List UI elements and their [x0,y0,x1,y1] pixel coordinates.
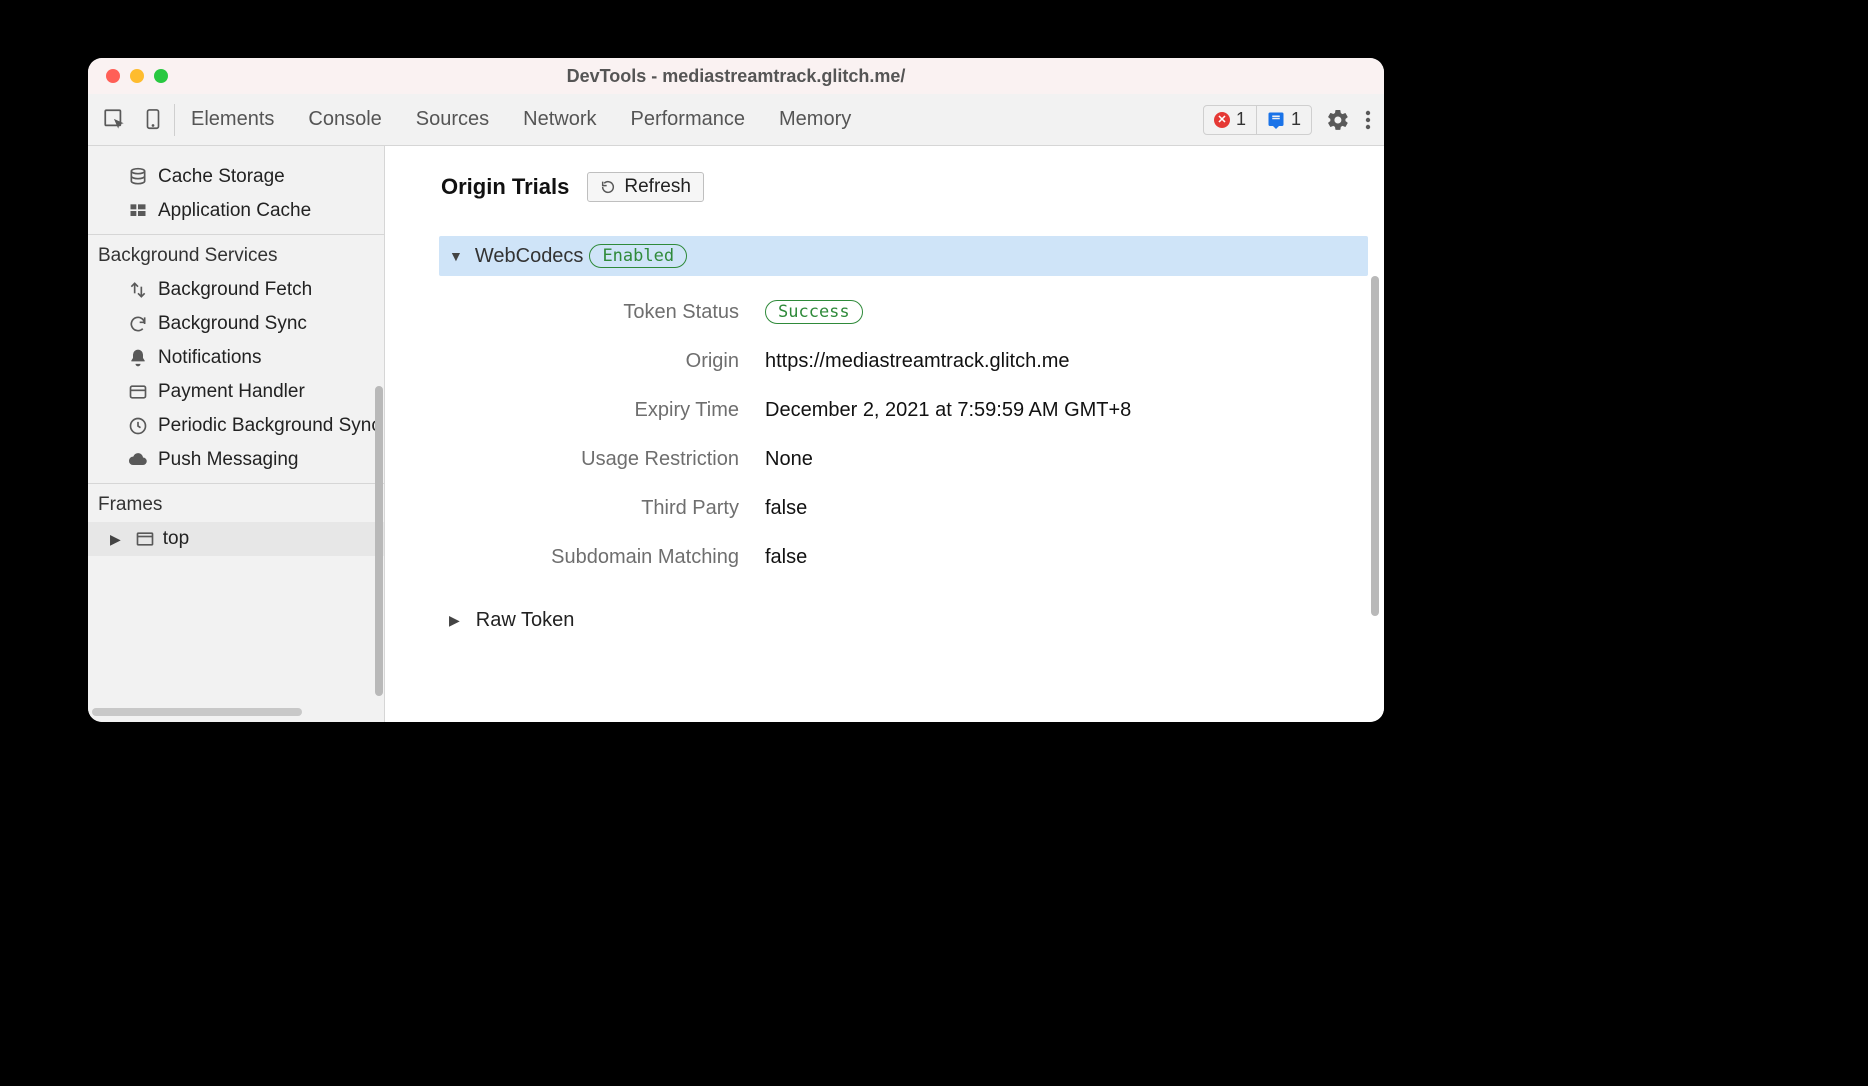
sidebar-item-label: Background Fetch [158,279,312,301]
sidebar-item-periodic-background-sync[interactable]: Periodic Background Sync [88,409,384,443]
label-third-party: Third Party [441,497,739,520]
cloud-icon [128,450,148,470]
frame-icon [135,529,155,549]
toolbar-right: ✕ 1 1 [1203,105,1372,135]
refresh-button[interactable]: Refresh [587,172,704,202]
label-usage-restriction: Usage Restriction [441,448,739,471]
sidebar-item-application-cache[interactable]: Application Cache [88,194,384,228]
credit-card-icon [128,382,148,402]
sidebar-item-frame-top[interactable]: ▶ top [88,522,384,556]
status-badges: ✕ 1 1 [1203,105,1312,135]
raw-token-label: Raw Token [476,609,575,632]
close-window-button[interactable] [106,69,120,83]
refresh-icon [600,179,616,195]
more-icon[interactable] [1364,108,1372,132]
trial-state-pill: Enabled [589,244,687,268]
toolbar-inspect-group [96,104,175,136]
database-icon [128,167,148,187]
sidebar-item-payment-handler[interactable]: Payment Handler [88,375,384,409]
section-heading-origin-trials: Origin Trials [441,174,569,200]
disclosure-right-icon: ▶ [449,612,460,629]
tab-console[interactable]: Console [308,108,381,131]
sidebar-tree: Cache Storage Application Cache Backgrou… [88,146,384,722]
panel-tabs: Elements Console Sources Network Perform… [191,108,851,131]
value-expiry-time: December 2, 2021 at 7:59:59 AM GMT+8 [765,399,1328,422]
sidebar-item-label: top [163,528,189,550]
tab-sources[interactable]: Sources [416,108,489,131]
label-subdomain-matching: Subdomain Matching [441,546,739,569]
sidebar-item-label: Periodic Background Sync [158,415,381,437]
body: Cache Storage Application Cache Backgrou… [88,146,1384,722]
token-status-pill: Success [765,300,863,324]
content-heading-row: Origin Trials Refresh [441,172,1328,202]
zoom-window-button[interactable] [154,69,168,83]
issues-badge[interactable]: 1 [1256,106,1311,134]
window-title: DevTools - mediastreamtrack.glitch.me/ [88,66,1384,87]
devtools-window: DevTools - mediastreamtrack.glitch.me/ E… [88,58,1384,722]
sidebar-item-background-fetch[interactable]: Background Fetch [88,273,384,307]
sidebar-item-background-sync[interactable]: Background Sync [88,307,384,341]
sidebar-item-label: Background Sync [158,313,307,335]
updown-arrows-icon [128,280,148,300]
content-inner: Origin Trials Refresh ▼ WebCodecs Enable… [385,146,1384,652]
toolbar: Elements Console Sources Network Perform… [88,94,1384,146]
tab-memory[interactable]: Memory [779,108,851,131]
sidebar-item-label: Push Messaging [158,449,298,471]
value-usage-restriction: None [765,448,1328,471]
sidebar-horizontal-scrollbar[interactable] [92,708,376,718]
issues-count: 1 [1291,109,1301,130]
sidebar-item-label: Cache Storage [158,166,285,188]
content-vertical-scrollbar[interactable] [1370,156,1380,696]
label-token-status: Token Status [441,301,739,324]
content-pane: Origin Trials Refresh ▼ WebCodecs Enable… [384,146,1384,722]
titlebar: DevTools - mediastreamtrack.glitch.me/ [88,58,1384,94]
issues-icon [1267,111,1285,129]
inspect-element-icon[interactable] [102,107,128,133]
sidebar-item-cache-storage[interactable]: Cache Storage [88,160,384,194]
refresh-label: Refresh [624,176,691,198]
sidebar-item-label: Payment Handler [158,381,305,403]
tab-elements[interactable]: Elements [191,108,274,131]
sidebar-item-label: Notifications [158,347,262,369]
sync-icon [128,314,148,334]
sidebar-heading-frames: Frames [88,483,384,522]
errors-count: 1 [1236,109,1246,130]
disclosure-down-icon: ▼ [449,248,463,264]
grid-icon [128,201,148,221]
sidebar-heading-background-services: Background Services [88,234,384,273]
bell-icon [128,348,148,368]
minimize-window-button[interactable] [130,69,144,83]
trial-row-webcodecs[interactable]: ▼ WebCodecs Enabled [439,236,1368,276]
traffic-lights [106,69,168,83]
sidebar-vertical-scrollbar[interactable] [374,156,384,716]
sidebar-item-notifications[interactable]: Notifications [88,341,384,375]
value-origin: https://mediastreamtrack.glitch.me [765,350,1328,373]
trial-name: WebCodecs [475,245,584,268]
label-expiry-time: Expiry Time [441,399,739,422]
sidebar: Cache Storage Application Cache Backgrou… [88,146,384,722]
tab-network[interactable]: Network [523,108,596,131]
device-toolbar-icon[interactable] [142,107,164,133]
error-icon: ✕ [1214,112,1230,128]
clock-icon [128,416,148,436]
value-subdomain-matching: false [765,546,1328,569]
value-token-status: Success [765,300,1328,324]
trial-details: Token Status Success Origin https://medi… [441,300,1328,569]
disclosure-right-icon: ▶ [110,531,121,548]
value-third-party: false [765,497,1328,520]
sidebar-item-label: Application Cache [158,200,311,222]
tab-performance[interactable]: Performance [631,108,746,131]
settings-icon[interactable] [1326,108,1350,132]
sidebar-item-push-messaging[interactable]: Push Messaging [88,443,384,477]
raw-token-toggle[interactable]: ▶ Raw Token [449,609,1328,632]
label-origin: Origin [441,350,739,373]
errors-badge[interactable]: ✕ 1 [1204,106,1256,134]
